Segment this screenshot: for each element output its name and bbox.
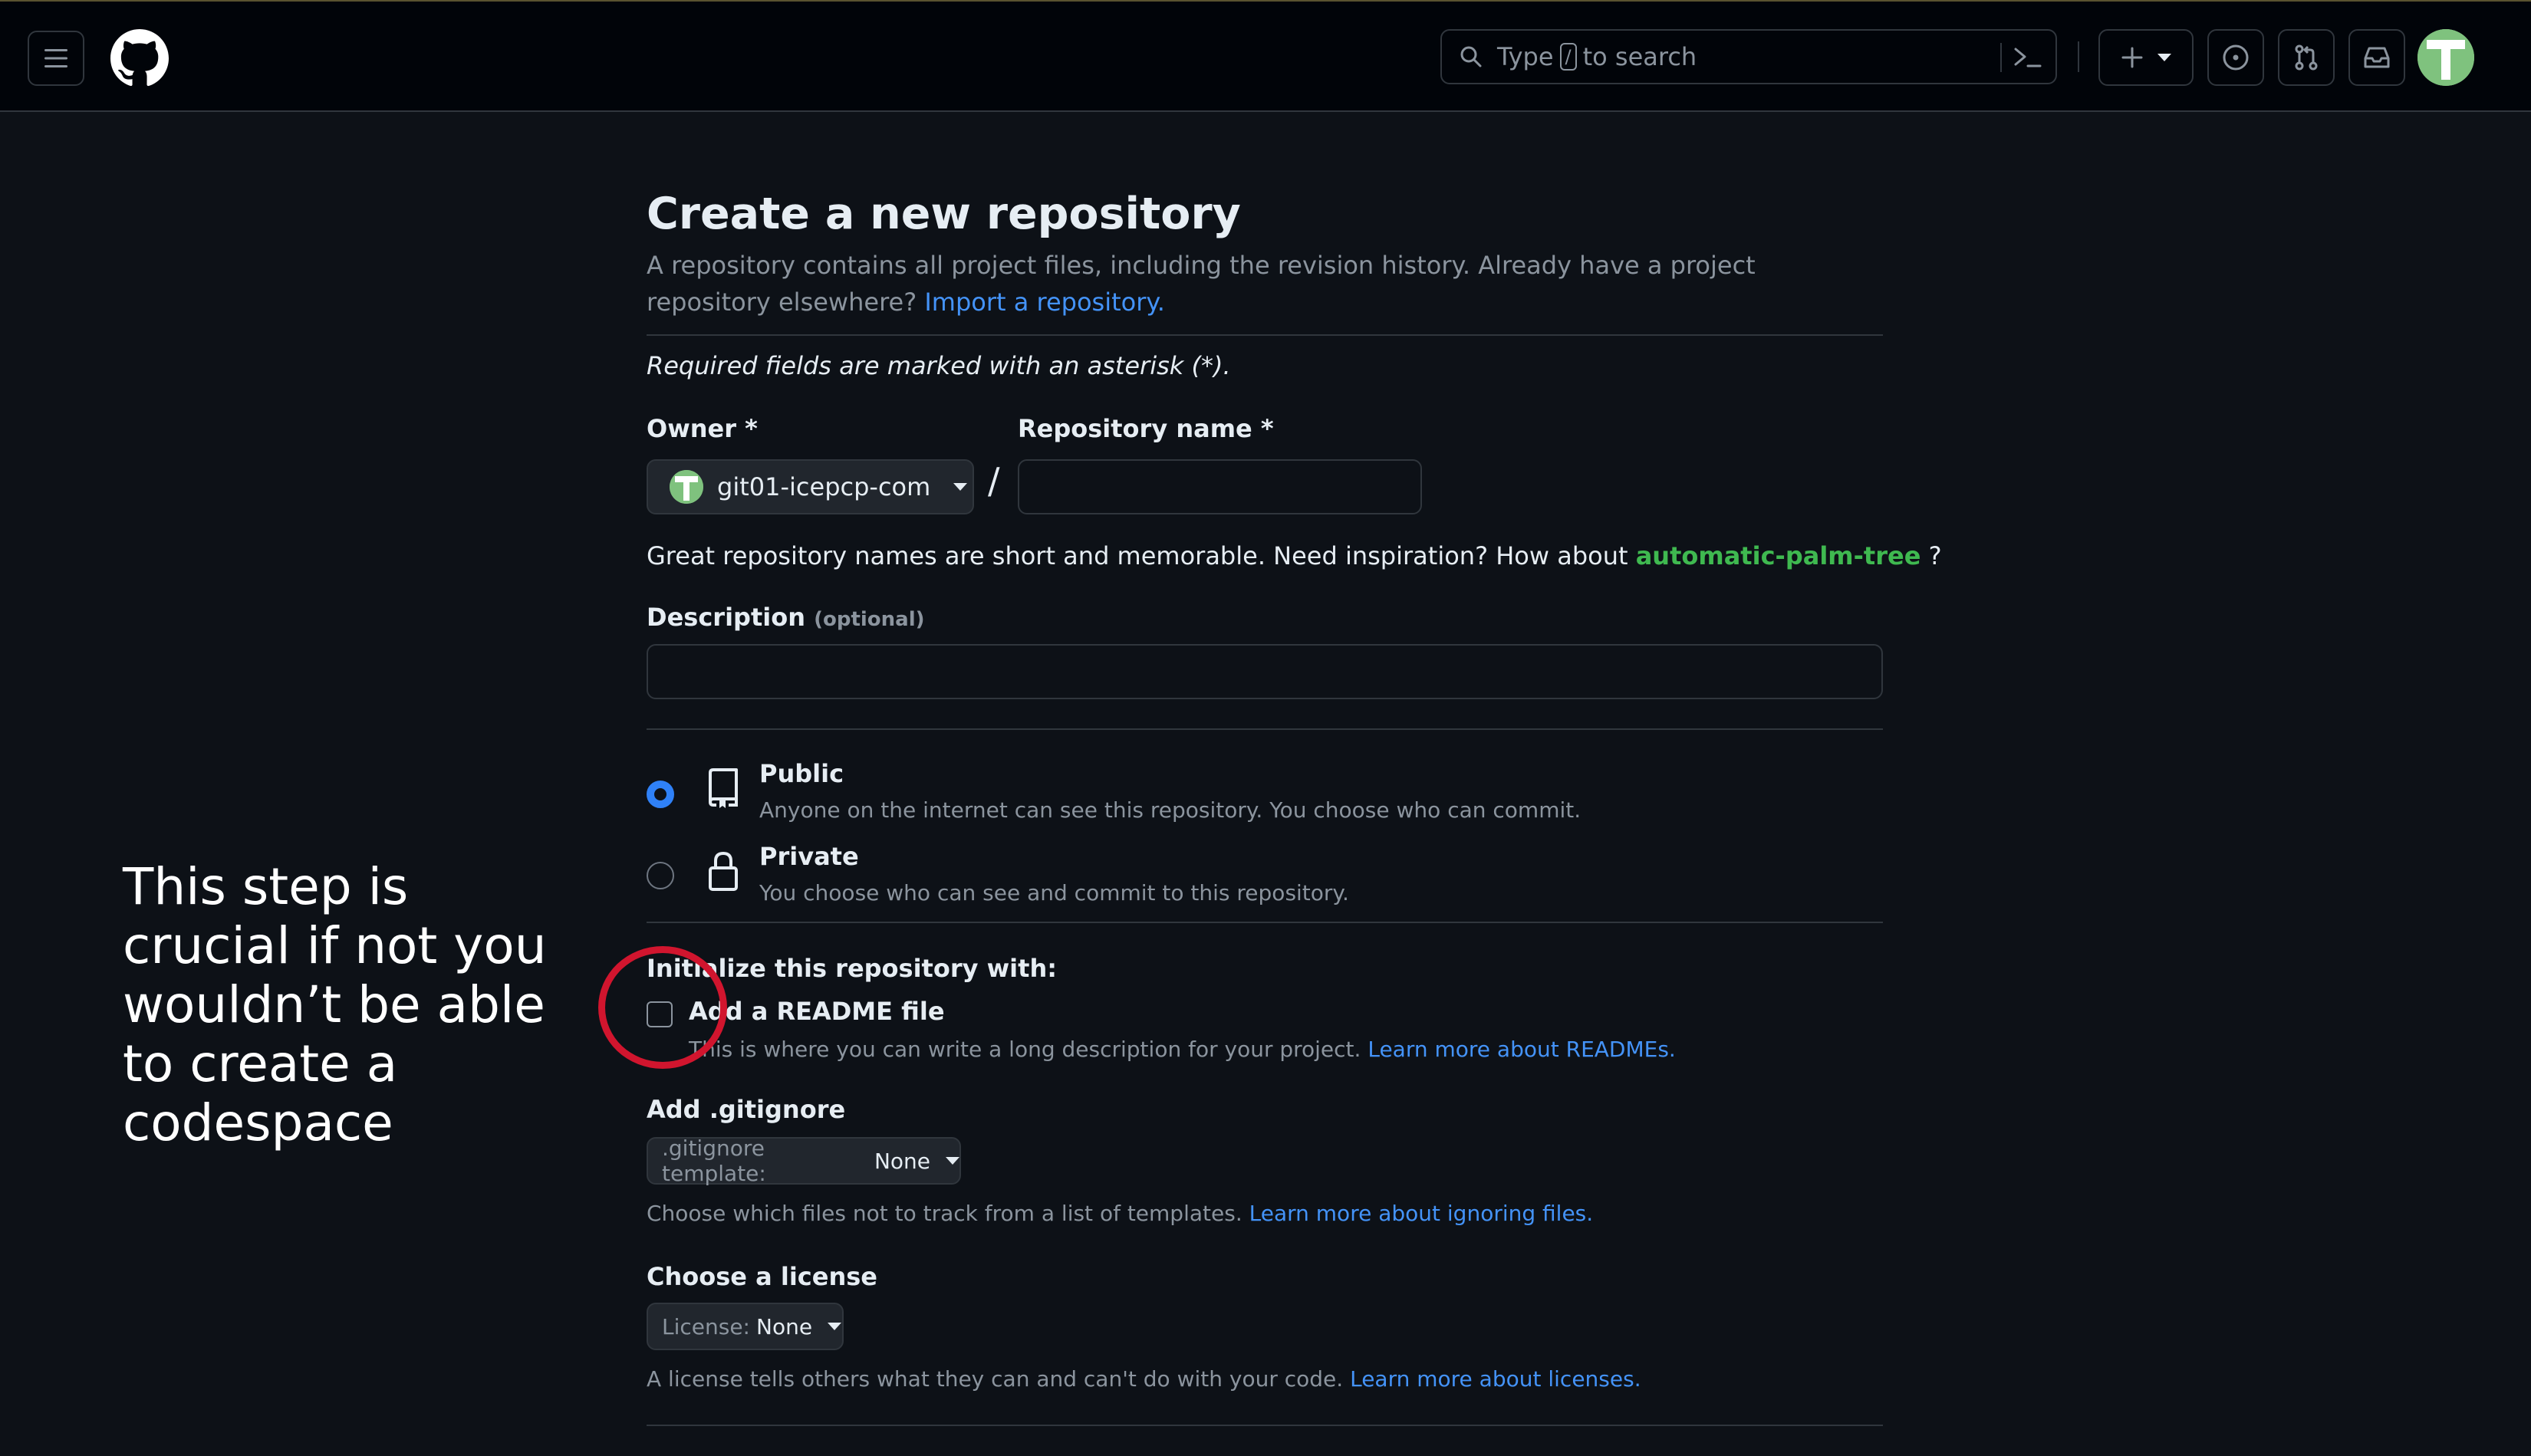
gitignore-label: Add .gitignore (647, 1095, 846, 1124)
inbox-button[interactable] (2348, 29, 2405, 86)
lock-icon (706, 850, 741, 892)
chevron-down-icon (946, 1157, 959, 1165)
gitignore-description-text: Choose which files not to track from a l… (647, 1201, 1242, 1226)
repository-name-input[interactable] (1018, 459, 1422, 514)
inspiration-text: Great repository names are short and mem… (647, 541, 1628, 570)
private-radio[interactable] (647, 862, 674, 889)
description-label: Description (optional) (647, 603, 925, 632)
repository-name-label: Repository name * (1018, 414, 1274, 443)
description-optional-tag: (optional) (814, 608, 925, 631)
readme-description: This is where you can write a long descr… (689, 1037, 1676, 1062)
command-palette-icon[interactable] (2013, 44, 2043, 72)
add-readme-label[interactable]: Add a README file (689, 997, 945, 1026)
pull-request-icon (2295, 44, 2318, 71)
search-placeholder-suffix: to search (1582, 42, 1697, 71)
required-fields-note: Required fields are marked with an aster… (647, 351, 1231, 380)
owner-avatar (670, 470, 703, 504)
search-bar[interactable]: Type / to search (1440, 29, 2057, 84)
owner-repo-separator: / (988, 460, 1000, 501)
gitignore-select-value: None (874, 1148, 930, 1174)
learn-more-readmes-link[interactable]: Learn more about READMEs. (1368, 1037, 1675, 1062)
section-divider (647, 1425, 1883, 1426)
pull-requests-button[interactable] (2278, 29, 2335, 86)
search-divider (2000, 43, 2002, 72)
learn-more-licenses-link[interactable]: Learn more about licenses. (1350, 1366, 1641, 1392)
gitignore-select-prefix: .gitignore template: (662, 1136, 766, 1186)
page-subtitle: A repository contains all project files,… (647, 247, 1883, 320)
issues-button[interactable] (2207, 29, 2264, 86)
license-select[interactable]: License: None (647, 1303, 844, 1350)
user-avatar[interactable] (2417, 29, 2474, 86)
tutorial-annotation-text: This step is crucial if not you wouldn’t… (123, 857, 547, 1152)
top-navigation-bar: Type / to search (0, 0, 2531, 112)
identicon-avatar-icon (670, 470, 703, 504)
issue-circle-icon (2223, 44, 2249, 71)
readme-description-text: This is where you can write a long descr… (689, 1037, 1361, 1062)
hamburger-icon (44, 49, 67, 67)
identicon-avatar-icon (2417, 29, 2474, 86)
create-new-button[interactable] (2098, 29, 2194, 86)
owner-dropdown[interactable]: git01-icepcp-com (647, 459, 974, 514)
menu-button[interactable] (28, 31, 84, 86)
suggested-name-link[interactable]: automatic-palm-tree (1636, 541, 1921, 570)
inspiration-end: ? (1928, 541, 1942, 570)
import-repository-link[interactable]: Import a repository. (924, 288, 1165, 317)
page-title: Create a new repository (647, 189, 1241, 239)
private-title: Private (759, 842, 859, 871)
repo-icon (706, 767, 741, 810)
license-label: Choose a license (647, 1262, 877, 1291)
github-logo-icon[interactable] (110, 29, 169, 87)
license-description: A license tells others what they can and… (647, 1366, 1641, 1392)
chevron-down-icon (2157, 54, 2171, 61)
gitignore-template-select[interactable]: .gitignore template: None (647, 1136, 961, 1186)
section-divider (647, 334, 1883, 336)
description-label-text: Description (647, 603, 805, 632)
owner-label: Owner * (647, 414, 758, 443)
chevron-down-icon (828, 1323, 842, 1330)
private-description: You choose who can see and commit to thi… (759, 880, 1349, 905)
section-divider (647, 922, 1883, 923)
search-icon (1459, 44, 1483, 69)
public-title: Public (759, 759, 844, 788)
description-input[interactable] (647, 644, 1883, 699)
license-select-value: None (756, 1313, 813, 1339)
inbox-icon (2364, 47, 2390, 68)
search-shortcut-key: / (1559, 43, 1577, 71)
header-divider (2078, 41, 2079, 72)
public-radio[interactable] (647, 781, 674, 808)
gitignore-description: Choose which files not to track from a l… (647, 1201, 1593, 1226)
chevron-down-icon (953, 483, 968, 491)
search-placeholder-prefix: Type (1497, 42, 1554, 71)
section-divider (647, 728, 1883, 730)
subtitle-text: A repository contains all project files,… (647, 251, 1756, 317)
public-description: Anyone on the internet can see this repo… (759, 797, 1581, 823)
annotation-highlight-circle (598, 946, 727, 1069)
license-select-prefix: License: (662, 1313, 750, 1339)
license-description-text: A license tells others what they can and… (647, 1366, 1344, 1392)
learn-more-ignoring-files-link[interactable]: Learn more about ignoring files. (1249, 1201, 1594, 1226)
owner-value: git01-icepcp-com (717, 472, 931, 501)
name-inspiration: Great repository names are short and mem… (647, 541, 1942, 570)
plus-icon (2121, 47, 2143, 68)
